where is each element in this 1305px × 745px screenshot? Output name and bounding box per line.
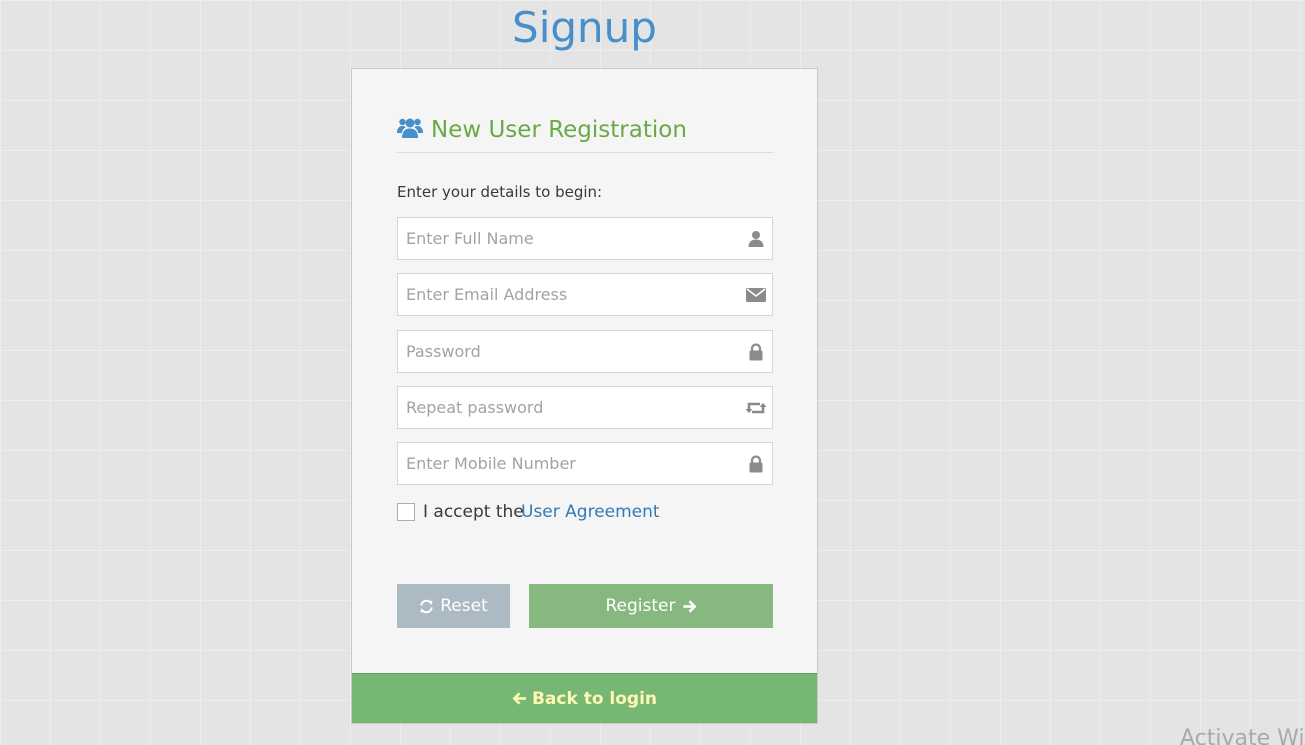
repeat-password-field[interactable] [397, 386, 773, 429]
agreement-checkbox[interactable] [397, 503, 415, 521]
intro-text: Enter your details to begin: [397, 183, 603, 201]
form-header: New User Registration [397, 113, 773, 153]
full-name-input[interactable] [398, 218, 772, 259]
users-icon [397, 118, 423, 138]
reset-button-label: Reset [440, 596, 488, 616]
agreement-label: I accept the [423, 502, 524, 522]
refresh-icon [420, 599, 433, 613]
lock-icon [749, 455, 763, 473]
arrow-left-icon [512, 692, 527, 705]
full-name-field[interactable] [397, 217, 773, 260]
lock-icon [749, 343, 763, 361]
user-agreement-link[interactable]: User Agreement [521, 501, 660, 523]
register-button[interactable]: Register [529, 584, 773, 628]
email-field[interactable] [397, 273, 773, 316]
mobile-number-input[interactable] [398, 443, 772, 484]
arrow-right-icon [682, 599, 697, 613]
reset-button[interactable]: Reset [397, 584, 510, 628]
retweet-icon [745, 402, 767, 414]
signup-box: New User Registration Enter your details… [351, 68, 818, 724]
mobile-number-field[interactable] [397, 442, 773, 485]
back-to-login-label: Back to login [531, 688, 658, 709]
page-title: Signup [512, 3, 657, 52]
envelope-icon [746, 288, 766, 302]
back-to-login-link[interactable]: Back to login [512, 689, 657, 709]
signup-toolbar: Back to login [352, 673, 817, 723]
password-input[interactable] [398, 331, 772, 372]
repeat-password-input[interactable] [398, 387, 772, 428]
form-header-title: New User Registration [431, 117, 687, 143]
password-field[interactable] [397, 330, 773, 373]
user-icon [748, 231, 764, 247]
email-input[interactable] [398, 274, 772, 315]
register-button-label: Register [605, 596, 676, 616]
activation-watermark: Activate Wi [1180, 726, 1305, 745]
